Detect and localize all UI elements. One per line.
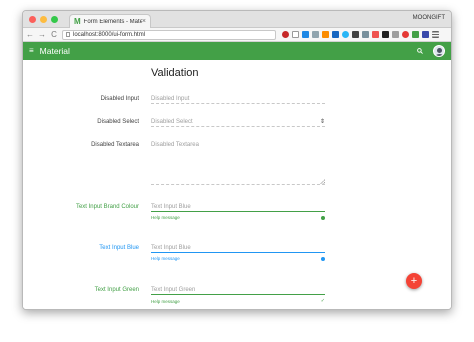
select-arrows-icon: ⇕ <box>319 119 325 125</box>
extension-icon[interactable] <box>332 31 339 38</box>
browser-tab[interactable]: M Form Elements - Material × <box>69 14 151 28</box>
tab-close-icon[interactable]: × <box>142 18 146 25</box>
tab-title: Form Elements - Material <box>83 18 142 25</box>
extension-icon[interactable] <box>352 31 359 38</box>
disabled-textarea-placeholder: Disabled Textarea <box>151 142 199 148</box>
blue-input[interactable]: Text Input Blue Help message <box>151 243 325 261</box>
url-text: localhost:8000/ui-form.html <box>73 31 146 38</box>
window-controls <box>29 16 58 23</box>
green-input[interactable]: Text Input Green Help message ✓ <box>151 285 325 304</box>
user-avatar[interactable] <box>433 45 445 57</box>
tab-bar: M Form Elements - Material × MOONGIFT <box>23 11 451 28</box>
address-bar[interactable]: localhost:8000/ui-form.html <box>62 29 276 40</box>
extension-icon[interactable] <box>342 31 349 38</box>
brand-input-help: Help message <box>151 215 180 220</box>
extension-icon[interactable] <box>402 31 409 38</box>
page-content: Validation Disabled Input Disabled Input… <box>23 60 451 309</box>
reload-button[interactable]: C <box>50 28 58 42</box>
extension-icon[interactable] <box>372 31 379 38</box>
bookmark-star-icon[interactable] <box>292 31 299 38</box>
add-fab-button[interactable]: + <box>406 273 422 289</box>
extension-icons <box>282 31 439 38</box>
green-input-placeholder: Text Input Green <box>151 285 325 295</box>
favicon-icon: M <box>74 17 81 26</box>
menu-icon[interactable] <box>432 31 439 38</box>
profile-name[interactable]: MOONGIFT <box>413 15 445 21</box>
extension-icon[interactable] <box>392 31 399 38</box>
brand-input-label: Text Input Brand Colour <box>75 204 139 210</box>
app-title: Material <box>39 46 70 56</box>
search-icon[interactable] <box>417 48 423 54</box>
disabled-select-label: Disabled Select <box>97 119 139 125</box>
disabled-textarea-label: Disabled Textarea <box>91 142 139 148</box>
app-bar: ≡ Material <box>23 42 451 60</box>
info-icon <box>321 256 325 261</box>
blue-input-placeholder: Text Input Blue <box>151 243 325 253</box>
maximize-window-button[interactable] <box>51 16 58 23</box>
disabled-input-placeholder: Disabled Input <box>151 94 325 104</box>
browser-window: M Form Elements - Material × MOONGIFT ← … <box>22 10 452 310</box>
green-input-help: Help message <box>151 298 180 304</box>
hamburger-menu-icon[interactable]: ≡ <box>29 42 34 60</box>
disabled-input-label: Disabled Input <box>100 96 139 102</box>
brand-input-placeholder: Text Input Blue <box>151 202 325 212</box>
page-heading: Validation <box>151 67 199 79</box>
extension-icon[interactable] <box>362 31 369 38</box>
resize-handle-icon[interactable] <box>320 179 325 184</box>
extension-icon[interactable] <box>412 31 419 38</box>
disabled-select[interactable]: Disabled Select ⇕ <box>151 117 325 127</box>
browser-toolbar: ← → C localhost:8000/ui-form.html <box>23 28 451 42</box>
extension-icon[interactable] <box>282 31 289 38</box>
extension-icon[interactable] <box>382 31 389 38</box>
close-window-button[interactable] <box>29 16 36 23</box>
back-button[interactable]: ← <box>26 28 34 42</box>
disabled-select-value: Disabled Select <box>151 119 193 125</box>
forward-button[interactable]: → <box>38 28 46 42</box>
brand-input[interactable]: Text Input Blue Help message <box>151 202 325 220</box>
disabled-input[interactable]: Disabled Input <box>151 94 325 104</box>
minimize-window-button[interactable] <box>40 16 47 23</box>
page-icon <box>66 32 70 37</box>
green-input-label: Text Input Green <box>94 287 139 293</box>
check-icon: ✓ <box>320 298 325 304</box>
extension-icon[interactable] <box>422 31 429 38</box>
blue-input-help: Help message <box>151 256 180 261</box>
disabled-textarea[interactable]: Disabled Textarea <box>151 140 325 185</box>
blue-input-label: Text Input Blue <box>99 245 139 251</box>
status-dot-icon <box>321 215 325 220</box>
extension-icon[interactable] <box>322 31 329 38</box>
extension-icon[interactable] <box>302 31 309 38</box>
extension-icon[interactable] <box>312 31 319 38</box>
